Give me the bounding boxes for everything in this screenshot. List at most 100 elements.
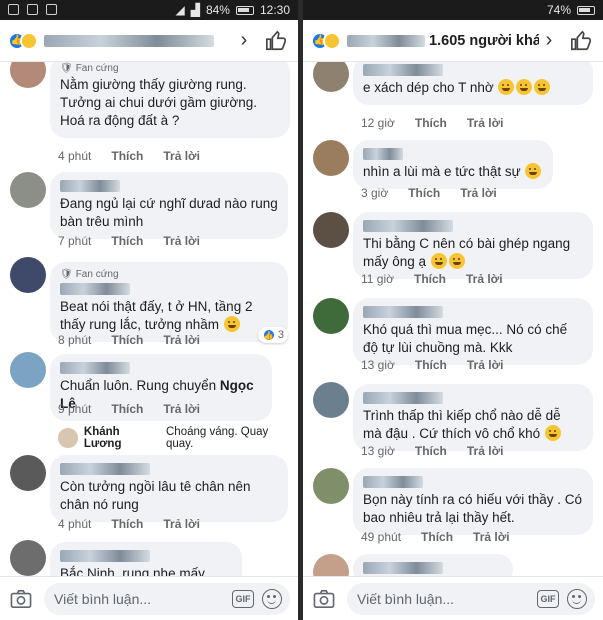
avatar[interactable] [10,172,46,208]
comment-time: 9 phút [58,402,92,416]
reactions-header[interactable]: 👍 › [0,20,298,62]
reactions-summary [44,33,234,49]
app-icon [46,4,57,15]
surprised-emoji-icon [223,316,240,332]
like-link[interactable]: Thích [408,186,440,200]
reply-link[interactable]: Trả lời [467,358,504,372]
camera-button[interactable] [311,586,337,612]
avatar[interactable] [10,352,46,388]
reply-author[interactable]: Khánh Lương [84,426,160,450]
comment-bubble: Khó quá thì mua mẹc... Nó có chế độ tự l… [353,298,593,365]
gif-button[interactable]: GIF [537,589,559,608]
like-button[interactable] [567,27,595,55]
redacted-names [44,34,214,47]
like-link[interactable]: Thích [111,234,143,248]
redacted-author [60,283,130,295]
reply-link[interactable]: Trả lời [473,530,510,544]
reply-link[interactable]: Trả lời [163,333,200,347]
reply-link[interactable]: Trả lời [163,234,200,248]
comment-text: Nằm giường thấy giường rung. Tưởng ai ch… [60,77,258,128]
fan-badge-icon: 🛡 [60,269,73,280]
comment-bubble [353,554,513,576]
fan-badge: Fan cứng [75,63,119,74]
avatar[interactable] [313,140,349,176]
chevron-right-icon[interactable]: › [234,29,254,52]
redacted-author [363,306,443,318]
comment-feed[interactable]: 🛡 Fan cứng Nằm giường thấy giường rung. T… [0,62,298,576]
laughing-emoji-icon [534,79,551,95]
app-icon [27,4,38,15]
comment-time: 4 phút [58,149,92,163]
avatar[interactable] [313,212,349,248]
reply-link[interactable]: Trả lời [163,402,200,416]
redacted-author [363,562,443,574]
reply-link[interactable]: Trả lời [467,444,504,458]
gif-button[interactable]: GIF [232,589,254,608]
comment-time: 8 phút [58,333,92,347]
laughing-emoji-icon [498,79,515,95]
comment-input[interactable]: Viết bình luận... GIF [44,582,290,615]
avatar[interactable] [10,540,46,576]
reply-link[interactable]: Trả lời [163,517,200,531]
emoji-icon[interactable] [567,588,587,609]
comment-input[interactable]: Viết bình luận... GIF [347,582,595,615]
redacted-author [363,220,453,232]
battery-icon [577,5,595,15]
fan-badge: Fan cứng [75,269,119,280]
avatar[interactable] [313,62,349,92]
like-link[interactable]: Thích [421,530,453,544]
like-link[interactable]: Thích [111,402,143,416]
reply-link[interactable]: Trả lời [163,149,200,163]
haha-reaction-icon [20,31,38,50]
redacted-author [60,362,130,374]
comment-text: Thi bằng C nên có bài ghép ngang mấy ông… [363,236,571,269]
smile-emoji-icon [525,163,542,179]
camera-icon [10,589,32,608]
comment-time: 12 giờ [361,116,395,130]
reply-preview[interactable]: Khánh Lương Choáng váng. Quay quay. [58,426,298,450]
reply-link[interactable]: Trả lời [466,272,503,286]
comment-bubble: nhìn a lùi mà e tức thật sự [353,140,553,189]
avatar[interactable] [313,382,349,418]
chevron-right-icon[interactable]: › [539,29,559,52]
comment-reactions[interactable]: 👍 3 [257,327,288,343]
like-link[interactable]: Thích [415,358,447,372]
redacted-author [60,463,150,475]
avatar[interactable] [10,62,46,88]
comment-bubble: 🛡 Fan cứng Nằm giường thấy giường rung. T… [50,62,290,138]
like-button[interactable] [262,27,290,55]
redacted-author [363,64,443,76]
comment-bubble: e xách dép cho T nhờ [353,62,593,105]
redacted-author [363,476,423,488]
reply-text: Choáng váng. Quay quay. [166,426,269,450]
comment-bubble: Còn tưởng ngồi lâu tê chân nên chân nó r… [50,455,288,522]
avatar[interactable] [10,455,46,491]
comment-text: Đang ngủ lại cứ nghĩ dưad nào rung bàn t… [60,196,278,229]
avatar[interactable] [313,554,349,576]
like-reaction-icon: 👍 [261,328,276,342]
reactions-header[interactable]: 👍 1.605 người khác › [303,20,603,62]
comment-feed[interactable]: e xách dép cho T nhờ 12 giờ Thích Trả lờ… [303,62,603,576]
laughing-emoji-icon [516,79,533,95]
emoji-icon[interactable] [262,588,282,609]
like-link[interactable]: Thích [414,272,446,286]
wifi-icon: ◢ [175,3,185,17]
like-link[interactable]: Thích [415,116,447,130]
comment-text: Bắc Ninh, rung nhẹ mấy giây. [60,566,205,576]
avatar[interactable] [313,468,349,504]
fan-badge-icon: 🛡 [60,63,73,74]
app-icon [8,4,19,15]
like-link[interactable]: Thích [111,149,143,163]
like-link[interactable]: Thích [415,444,447,458]
comment-text: Còn tưởng ngồi lâu tê chân nên chân nó r… [60,479,251,512]
like-link[interactable]: Thích [111,333,143,347]
avatar[interactable] [313,298,349,334]
reply-link[interactable]: Trả lời [467,116,504,130]
redacted-author [60,550,150,562]
avatar[interactable] [10,257,46,293]
like-link[interactable]: Thích [111,517,143,531]
redacted-author [363,392,443,404]
camera-button[interactable] [8,586,34,612]
battery-percent: 74% [546,3,571,17]
reply-link[interactable]: Trả lời [460,186,497,200]
